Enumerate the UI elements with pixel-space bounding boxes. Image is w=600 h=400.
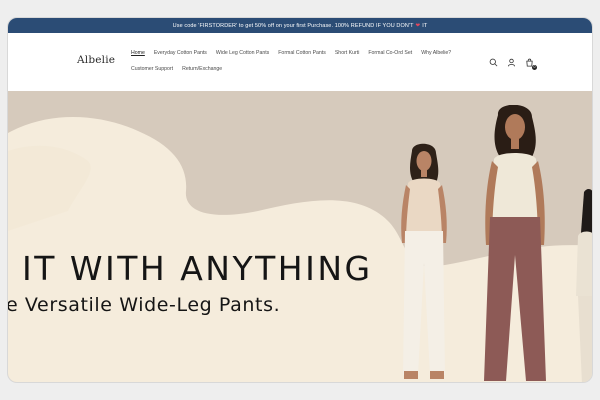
- nav-everyday-cotton-pants[interactable]: Everyday Cotton Pants: [154, 50, 207, 56]
- nav-wide-leg-cotton-pants[interactable]: Wide Leg Cotton Pants: [216, 50, 269, 56]
- announcement-text: Use code 'FIRSTORDER' to get 50% off on …: [172, 22, 414, 29]
- nav-formal-co-ord-set[interactable]: Formal Co-Ord Set: [368, 50, 412, 56]
- nav-customer-support[interactable]: Customer Support: [131, 66, 173, 72]
- heart-icon: ❤: [415, 22, 421, 29]
- nav-return-exchange[interactable]: Return/Exchange: [182, 66, 222, 72]
- cart-count-badge: 0: [532, 65, 537, 70]
- browser-frame: Use code 'FIRSTORDER' to get 50% off on …: [7, 17, 593, 383]
- nav-home[interactable]: Home: [131, 50, 145, 56]
- account-icon[interactable]: [507, 58, 516, 67]
- cart-icon[interactable]: 0: [525, 58, 537, 70]
- search-icon[interactable]: [489, 58, 498, 67]
- header-icons: 0: [489, 58, 537, 70]
- model-image-2: [484, 105, 546, 381]
- nav-formal-cotton-pants[interactable]: Formal Cotton Pants: [278, 50, 326, 56]
- hero-headline: IT WITH ANYTHING: [22, 249, 373, 288]
- hero-subline: e Versatile Wide-Leg Pants.: [8, 294, 281, 316]
- brand-logo[interactable]: Albelie: [77, 54, 115, 66]
- main-nav: Home Everyday Cotton Pants Wide Leg Cott…: [131, 50, 461, 72]
- nav-why-albelie[interactable]: Why Albelie?: [421, 50, 451, 56]
- announcement-text-end: IT: [422, 22, 428, 29]
- model-image-3: [576, 189, 592, 382]
- model-image-1: [401, 143, 447, 379]
- nav-short-kurti[interactable]: Short Kurti: [335, 50, 360, 56]
- hero-banner[interactable]: IT WITH ANYTHING e Versatile Wide-Leg Pa…: [8, 91, 592, 382]
- announcement-bar: Use code 'FIRSTORDER' to get 50% off on …: [8, 18, 592, 33]
